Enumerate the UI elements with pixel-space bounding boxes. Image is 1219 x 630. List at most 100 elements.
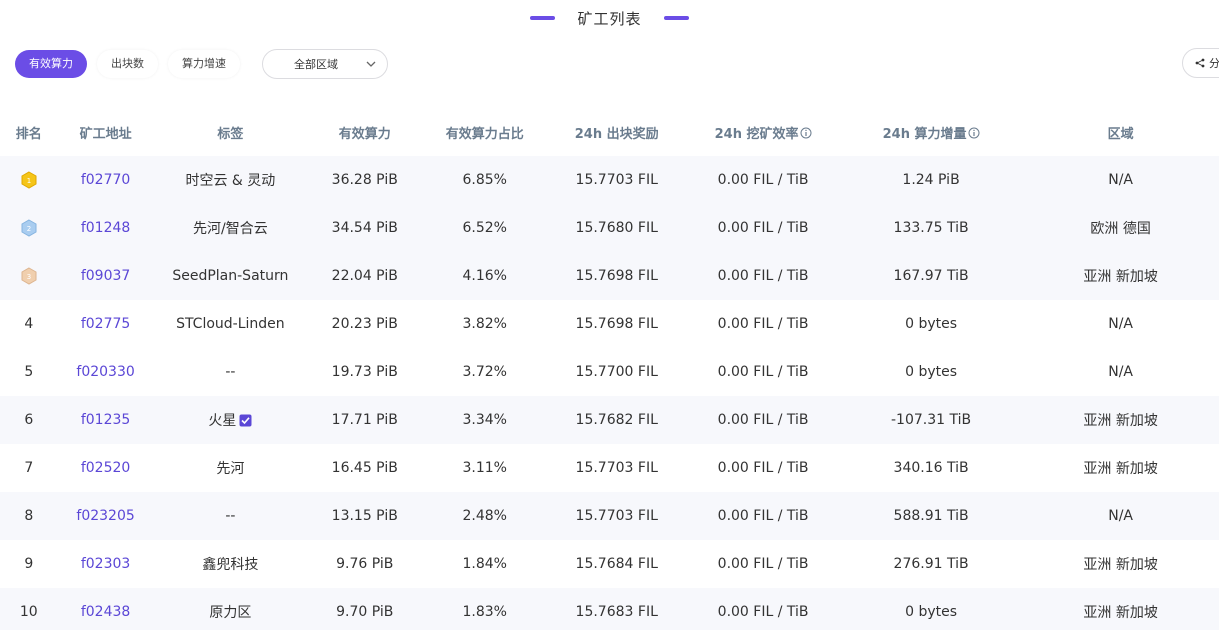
col-rank[interactable]: 排名	[0, 123, 58, 142]
miner-address-link[interactable]: f01248	[58, 220, 154, 236]
col-efficiency-label: 24h 挖矿效率	[714, 126, 799, 142]
title-decor-left	[530, 16, 556, 20]
svg-text:3: 3	[27, 273, 31, 281]
region-value: 亚洲 新加坡	[1083, 269, 1158, 285]
col-increase[interactable]: 24h 算力增量	[840, 123, 1022, 142]
bronze-medal-icon: 3	[21, 267, 37, 285]
table-row: 9 f02303 鑫兜科技 9.76 PiB 1.84% 15.7684 FIL…	[0, 540, 1219, 588]
share-value: 6.52%	[462, 220, 507, 236]
miner-address-link[interactable]: f023205	[58, 508, 154, 524]
table-row: 8 f023205 -- 13.15 PiB 2.48% 15.7703 FIL…	[0, 492, 1219, 540]
region-select-value: 全部区域	[294, 58, 338, 71]
share-value: 3.11%	[462, 460, 507, 476]
miner-tag: 火星	[208, 413, 237, 429]
miner-tag-cell: 火星	[154, 410, 308, 430]
gold-medal-icon: 1	[21, 171, 37, 189]
info-icon[interactable]	[800, 127, 812, 139]
region-value: 欧洲 德国	[1090, 221, 1151, 237]
miner-tag: --	[225, 364, 236, 380]
col-efficiency[interactable]: 24h 挖矿效率	[686, 123, 840, 142]
miner-address-link[interactable]: f02770	[58, 172, 154, 188]
rank-cell: 2	[0, 219, 58, 237]
increase-value: 0 bytes	[905, 364, 958, 380]
miner-tag: --	[225, 508, 236, 524]
section-header: 矿工列表	[0, 0, 1219, 36]
region-value: 亚洲 新加坡	[1083, 557, 1158, 573]
miner-address-link[interactable]: f09037	[58, 268, 154, 284]
page-title: 矿工列表	[577, 9, 642, 28]
efficiency-value: 0.00 FIL / TiB	[717, 604, 809, 620]
col-share[interactable]: 有效算力占比	[422, 123, 547, 142]
col-address[interactable]: 矿工地址	[58, 123, 154, 142]
miner-tag: 先河/智合云	[193, 221, 268, 237]
table-row: 1 f02770 时空云 & 灵动 36.28 PiB 6.85% 15.770…	[0, 156, 1219, 204]
miner-address-link[interactable]: f020330	[58, 364, 154, 380]
rank-value: 7	[24, 460, 34, 476]
table-row: 10 f02438 原力区 9.70 PiB 1.83% 15.7683 FIL…	[0, 588, 1219, 630]
share-icon	[1195, 58, 1205, 68]
verified-icon	[239, 414, 252, 427]
col-increase-label: 24h 算力增量	[882, 126, 967, 142]
rank-value: 5	[24, 364, 34, 380]
col-power[interactable]: 有效算力	[307, 123, 422, 142]
share-value: 2.48%	[462, 508, 507, 524]
increase-value: -107.31 TiB	[891, 412, 972, 428]
col-reward[interactable]: 24h 出块奖励	[547, 123, 686, 142]
increase-value: 588.91 TiB	[893, 508, 969, 524]
power-value: 17.71 PiB	[331, 412, 398, 428]
table-row: 2 f01248 先河/智合云 34.54 PiB 6.52% 15.7680 …	[0, 204, 1219, 252]
share-button[interactable]: 分	[1182, 48, 1219, 78]
miner-tag: 时空云 & 灵动	[185, 173, 276, 189]
rank-value: 6	[24, 412, 34, 428]
increase-value: 340.16 TiB	[893, 460, 969, 476]
reward-value: 15.7698 FIL	[575, 316, 658, 332]
col-region[interactable]: 区域	[1022, 123, 1219, 142]
miner-address-link[interactable]: f01235	[58, 412, 154, 428]
miner-list-page: 矿工列表 有效算力 出块数 算力增速 全部区域 分 排名 矿工地址 标签 有效算…	[0, 0, 1219, 630]
miner-address-link[interactable]: f02438	[58, 604, 154, 620]
efficiency-value: 0.00 FIL / TiB	[717, 316, 809, 332]
table-row: 3 f09037 SeedPlan-Saturn 22.04 PiB 4.16%…	[0, 252, 1219, 300]
share-label: 分	[1209, 57, 1219, 70]
reward-value: 15.7700 FIL	[575, 364, 658, 380]
miner-table: 排名 矿工地址 标签 有效算力 有效算力占比 24h 出块奖励 24h 挖矿效率…	[0, 108, 1219, 630]
miner-address-link[interactable]: f02303	[58, 556, 154, 572]
efficiency-value: 0.00 FIL / TiB	[717, 220, 809, 236]
power-value: 19.73 PiB	[331, 364, 398, 380]
svg-text:1: 1	[27, 177, 31, 185]
rank-value: 9	[24, 556, 34, 572]
region-value: N/A	[1108, 364, 1134, 380]
tab-effective-power[interactable]: 有效算力	[15, 50, 87, 78]
power-value: 22.04 PiB	[331, 268, 398, 284]
power-value: 20.23 PiB	[331, 316, 398, 332]
region-value: N/A	[1108, 508, 1134, 524]
efficiency-value: 0.00 FIL / TiB	[717, 412, 809, 428]
table-row: 6 f01235 火星 17.71 PiB 3.34% 15.7682 FIL …	[0, 396, 1219, 444]
share-value: 3.82%	[462, 316, 507, 332]
reward-value: 15.7680 FIL	[575, 220, 658, 236]
col-tag[interactable]: 标签	[154, 123, 308, 142]
tab-blocks-count[interactable]: 出块数	[97, 50, 158, 78]
tab-power-growth[interactable]: 算力增速	[168, 50, 240, 78]
reward-value: 15.7682 FIL	[575, 412, 658, 428]
miner-tag: 鑫兜科技	[202, 557, 259, 573]
region-select[interactable]: 全部区域	[262, 49, 388, 79]
reward-value: 15.7683 FIL	[575, 604, 658, 620]
power-value: 36.28 PiB	[331, 172, 398, 188]
power-value: 9.70 PiB	[336, 604, 394, 620]
chevron-down-icon	[366, 61, 376, 67]
miner-address-link[interactable]: f02775	[58, 316, 154, 332]
power-value: 34.54 PiB	[331, 220, 398, 236]
reward-value: 15.7703 FIL	[575, 172, 658, 188]
info-icon[interactable]	[968, 127, 980, 139]
efficiency-value: 0.00 FIL / TiB	[717, 172, 809, 188]
reward-value: 15.7703 FIL	[575, 508, 658, 524]
miner-address-link[interactable]: f02520	[58, 460, 154, 476]
filter-bar: 有效算力 出块数 算力增速 全部区域	[15, 49, 388, 79]
share-value: 1.83%	[462, 604, 507, 620]
efficiency-value: 0.00 FIL / TiB	[717, 556, 809, 572]
increase-value: 133.75 TiB	[893, 220, 969, 236]
efficiency-value: 0.00 FIL / TiB	[717, 460, 809, 476]
increase-value: 1.24 PiB	[902, 172, 960, 188]
region-value: 亚洲 新加坡	[1083, 413, 1158, 429]
